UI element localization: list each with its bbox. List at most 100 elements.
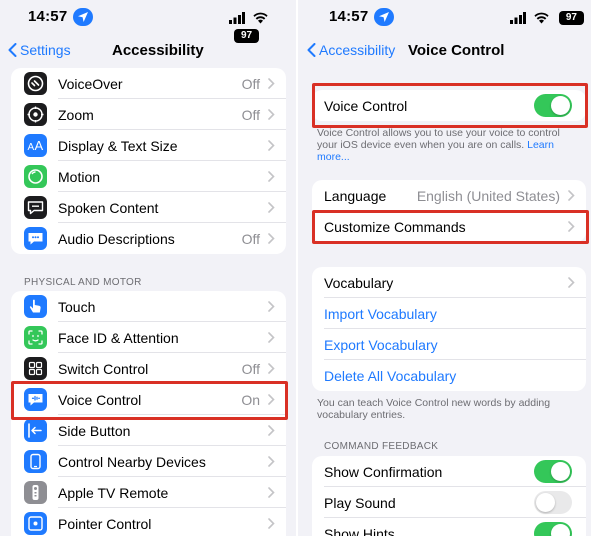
voice-control-icon <box>24 388 47 411</box>
switch-grid-icon <box>24 357 47 380</box>
zoom-icon <box>24 103 47 126</box>
language-commands-group: Language English (United States) Customi… <box>312 180 586 242</box>
list-item-label: Display & Text Size <box>58 138 178 154</box>
chevron-right-icon <box>268 394 275 405</box>
vocabulary-description: You can teach Voice Control new words by… <box>317 397 551 421</box>
physical-motor-group: Touch Face ID & Attention Switch Control… <box>11 291 286 536</box>
list-item-zoom[interactable]: Zoom Off <box>11 99 286 130</box>
navigation-bar: Accessibility Voice Control <box>298 34 591 68</box>
list-item-voiceover[interactable]: VoiceOver Off <box>11 68 286 99</box>
import-vocabulary-label: Import Vocabulary <box>324 306 437 322</box>
wifi-icon <box>253 12 269 24</box>
list-item-label: Side Button <box>58 423 131 439</box>
voice-control-label: Voice Control <box>324 98 408 114</box>
chevron-right-icon <box>268 78 275 89</box>
chevron-right-icon <box>268 233 275 244</box>
text-size-icon: AA <box>24 134 47 157</box>
list-item-pointer-control[interactable]: Pointer Control <box>11 508 286 536</box>
play-sound-label: Play Sound <box>324 495 396 511</box>
chevron-left-icon <box>8 43 17 57</box>
list-item-customize-commands[interactable]: Customize Commands <box>312 211 586 242</box>
pointer-icon <box>24 512 47 535</box>
list-item-label: Apple TV Remote <box>58 485 169 501</box>
list-item-language[interactable]: Language English (United States) <box>312 180 586 211</box>
show-confirmation-switch[interactable] <box>534 460 572 483</box>
chevron-right-icon <box>268 140 275 151</box>
motion-icon <box>24 165 47 188</box>
status-indicators: 97 <box>510 9 584 25</box>
face-id-icon <box>24 326 47 349</box>
show-confirmation-row: Show Confirmation <box>312 456 586 487</box>
voice-control-description-text: Voice Control allows you to use your voi… <box>317 127 560 151</box>
svg-text:A: A <box>35 138 44 153</box>
show-hints-switch[interactable] <box>534 522 572 536</box>
list-item-label: Control Nearby Devices <box>58 454 206 470</box>
list-item-value: Off <box>241 107 260 123</box>
list-item-control-nearby-devices[interactable]: Control Nearby Devices <box>11 446 286 477</box>
list-item-side-button[interactable]: Side Button <box>11 415 286 446</box>
list-item-motion[interactable]: Motion <box>11 161 286 192</box>
remote-icon <box>24 481 47 504</box>
list-item-value: Off <box>241 361 260 377</box>
list-item-vocabulary[interactable]: Vocabulary <box>312 267 586 298</box>
show-hints-label: Show Hints <box>324 526 395 536</box>
side-button-icon <box>24 419 47 442</box>
list-item-voice-control[interactable]: Voice Control On <box>11 384 286 415</box>
chevron-right-icon <box>268 518 275 529</box>
export-vocabulary-label: Export Vocabulary <box>324 337 438 353</box>
voice-control-toggle-group: Voice Control <box>312 90 586 121</box>
navigation-bar: Settings Accessibility <box>0 34 296 68</box>
battery-indicator: 97 <box>558 10 584 25</box>
svg-text:A: A <box>28 142 35 153</box>
list-item-touch[interactable]: Touch <box>11 291 286 322</box>
list-item-label: Audio Descriptions <box>58 231 175 247</box>
location-icon <box>374 8 394 26</box>
list-item-display-text-size[interactable]: AA Display & Text Size <box>11 130 286 161</box>
list-item-value: Off <box>241 231 260 247</box>
command-feedback-group: Show Confirmation Play Sound Show Hints <box>312 456 586 536</box>
delete-all-vocabulary-button[interactable]: Delete All Vocabulary <box>312 360 586 391</box>
chevron-right-icon <box>268 171 275 182</box>
back-button[interactable]: Accessibility <box>307 42 395 58</box>
back-label: Settings <box>20 42 71 58</box>
voice-control-switch[interactable] <box>534 94 572 117</box>
hand-icon <box>24 295 47 318</box>
play-sound-switch[interactable] <box>534 491 572 514</box>
status-indicators: 97 <box>229 9 296 43</box>
list-item-label: Pointer Control <box>58 516 152 532</box>
chevron-right-icon <box>568 277 575 288</box>
list-item-label: Zoom <box>58 107 94 123</box>
back-button[interactable]: Settings <box>8 42 71 58</box>
export-vocabulary-button[interactable]: Export Vocabulary <box>312 329 586 360</box>
list-item-switch-control[interactable]: Switch Control Off <box>11 353 286 384</box>
voice-control-toggle-row: Voice Control <box>312 90 586 121</box>
delete-all-vocabulary-label: Delete All Vocabulary <box>324 368 457 384</box>
voice-control-description: Voice Control allows you to use your voi… <box>317 127 579 163</box>
list-item-apple-tv-remote[interactable]: Apple TV Remote <box>11 477 286 508</box>
speech-bubble-icon <box>24 196 47 219</box>
chevron-right-icon <box>268 109 275 120</box>
show-confirmation-label: Show Confirmation <box>324 464 443 480</box>
list-item-spoken-content[interactable]: Spoken Content <box>11 192 286 223</box>
signal-icon <box>229 11 245 24</box>
voice-control-screen: 14:57 97 Accessibility Voice Control Voi… <box>298 0 591 536</box>
list-item-value: Off <box>241 76 260 92</box>
chevron-right-icon <box>268 332 275 343</box>
status-bar: 14:57 97 <box>298 0 591 34</box>
chevron-right-icon <box>268 301 275 312</box>
play-sound-row: Play Sound <box>312 487 586 518</box>
show-hints-row: Show Hints <box>312 518 586 536</box>
list-item-label: Voice Control <box>58 392 142 408</box>
status-bar: 14:57 97 <box>0 0 296 43</box>
status-time: 14:57 <box>28 8 68 25</box>
import-vocabulary-button[interactable]: Import Vocabulary <box>312 298 586 329</box>
chevron-right-icon <box>268 202 275 213</box>
list-item-label: Face ID & Attention <box>58 330 179 346</box>
vocabulary-label: Vocabulary <box>324 275 394 291</box>
nearby-devices-icon <box>24 450 47 473</box>
list-item-audio-descriptions[interactable]: Audio Descriptions Off <box>11 223 286 254</box>
chevron-right-icon <box>568 190 575 201</box>
list-item-face-id-attention[interactable]: Face ID & Attention <box>11 322 286 353</box>
voiceover-icon <box>24 72 47 95</box>
chevron-right-icon <box>268 425 275 436</box>
